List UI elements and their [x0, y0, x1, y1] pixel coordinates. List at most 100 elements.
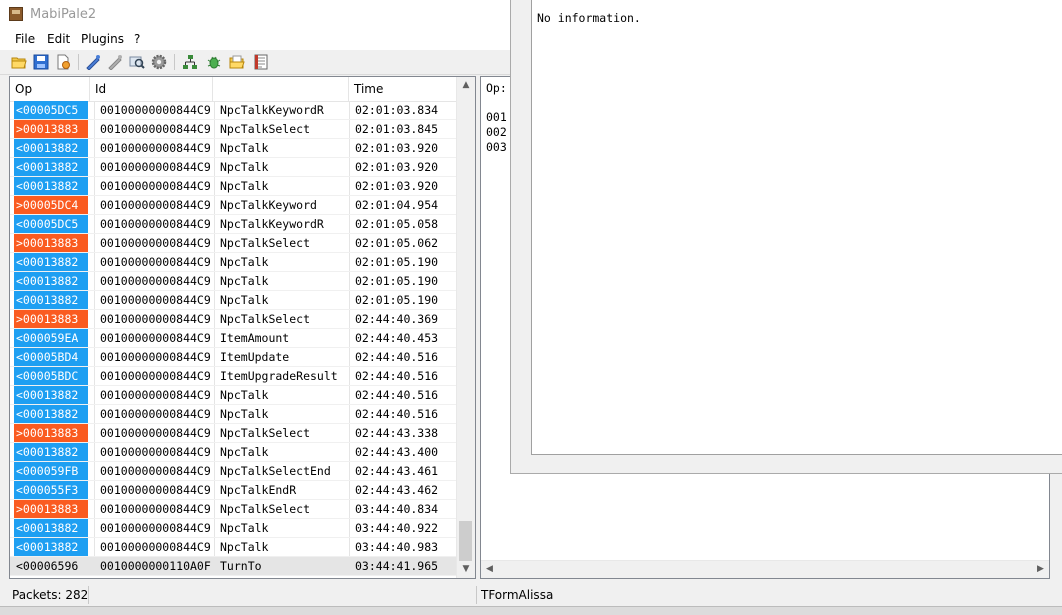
packet-id: 00100000000844C9 — [94, 386, 212, 404]
packet-row[interactable]: <00013882 00100000000844C9 NpcTalk 02:01:03… — [10, 139, 458, 158]
packet-time: 02:44:43.338 — [349, 424, 458, 442]
packet-op: <00013882 — [14, 519, 88, 537]
packet-time: 03:44:41.965 — [349, 557, 458, 575]
packet-row[interactable]: <00013882 00100000000844C9 NpcTalk 02:01:05… — [10, 291, 458, 310]
packet-row[interactable]: <000059FB 00100000000844C9 NpcTalkSelectEn… — [10, 462, 458, 481]
packet-name: NpcTalk — [214, 519, 349, 537]
save-icon[interactable] — [32, 53, 50, 71]
scrollbar-thumb[interactable] — [459, 521, 472, 561]
packet-rows: <00005DC5 00100000000844C9 NpcTalkKeywordR… — [10, 101, 458, 576]
packet-list-scrollbar[interactable]: ▲ ▼ — [456, 77, 475, 578]
scroll-right-arrow-icon[interactable]: ▶ — [1032, 561, 1049, 578]
tree-icon[interactable] — [181, 53, 199, 71]
packet-op: <00005BDC — [14, 367, 88, 385]
packet-row[interactable]: >00013883 00100000000844C9 NpcTalkSelect 02… — [10, 310, 458, 329]
menu-plugins[interactable]: Plugins — [81, 32, 124, 46]
packet-op: <00005DC5 — [14, 101, 88, 119]
packet-row[interactable]: >00013883 00100000000844C9 NpcTalkSelect 02… — [10, 120, 458, 139]
packet-time: 02:44:43.461 — [349, 462, 458, 480]
title-bar: MabiPale2 — [0, 0, 510, 30]
packet-name: NpcTalkSelect — [214, 424, 349, 442]
app-icon — [9, 7, 23, 21]
packet-name: NpcTalk — [214, 253, 349, 271]
detail-op-label: Op: — [486, 81, 507, 95]
disconnect-icon[interactable] — [106, 53, 124, 71]
scroll-left-arrow-icon[interactable]: ◀ — [481, 561, 498, 578]
menu-edit[interactable]: Edit — [47, 32, 70, 46]
packet-name: NpcTalk — [214, 443, 349, 461]
notes-icon[interactable] — [252, 53, 270, 71]
packet-row[interactable]: <00013882 00100000000844C9 NpcTalk 02:44:43… — [10, 443, 458, 462]
settings-icon[interactable] — [150, 53, 168, 71]
packet-id: 00100000000844C9 — [94, 500, 212, 518]
open-folder-icon[interactable] — [10, 53, 28, 71]
packet-op: <00005DC5 — [14, 215, 88, 233]
packet-name: NpcTalk — [214, 386, 349, 404]
packet-time: 02:44:40.516 — [349, 386, 458, 404]
packet-op: <000055F3 — [14, 481, 88, 499]
packet-row[interactable]: <00013882 00100000000844C9 NpcTalk 03:44:40… — [10, 538, 458, 557]
packet-row[interactable]: >00013883 00100000000844C9 NpcTalkSelect 03… — [10, 500, 458, 519]
packet-id: 00100000000844C9 — [94, 310, 212, 328]
packet-row[interactable]: <00013882 00100000000844C9 NpcTalk 02:01:03… — [10, 158, 458, 177]
packet-row[interactable]: <00005BD4 00100000000844C9 ItemUpdate 02:44… — [10, 348, 458, 367]
packet-time: 03:44:40.922 — [349, 519, 458, 537]
packet-op: <00013882 — [14, 177, 88, 195]
menu-file[interactable]: File — [15, 32, 35, 46]
packet-time: 02:01:05.190 — [349, 253, 458, 271]
packet-op: >00013883 — [14, 310, 88, 328]
packet-id: 00100000000844C9 — [94, 253, 212, 271]
packet-row[interactable]: <00013882 00100000000844C9 NpcTalk 02:44:40… — [10, 405, 458, 424]
packet-row[interactable]: <00005BDC 00100000000844C9 ItemUpgradeResu… — [10, 367, 458, 386]
packet-name: NpcTalkSelect — [214, 234, 349, 252]
packet-name: NpcTalk — [214, 139, 349, 157]
detail-line: 003 — [486, 140, 507, 154]
packet-id: 00100000000844C9 — [94, 139, 212, 157]
clear-icon[interactable] — [54, 53, 72, 71]
scroll-up-arrow-icon[interactable]: ▲ — [457, 77, 475, 94]
packet-row[interactable]: <00013882 00100000000844C9 NpcTalk 02:01:05… — [10, 253, 458, 272]
info-textbox[interactable]: No information. — [531, 0, 1062, 455]
packet-name: NpcTalk — [214, 291, 349, 309]
packet-list[interactable]: Op Id Time <00005DC5 00100000000844C9 NpcT… — [9, 76, 476, 579]
packet-row[interactable]: <000059EA 00100000000844C9 ItemAmount 02:44… — [10, 329, 458, 348]
packet-id: 00100000000844C9 — [94, 272, 212, 290]
packet-name: NpcTalk — [214, 158, 349, 176]
scroll-down-arrow-icon[interactable]: ▼ — [457, 561, 475, 578]
packet-row[interactable]: >00005DC4 00100000000844C9 NpcTalkKeyword 0… — [10, 196, 458, 215]
column-name[interactable] — [213, 77, 349, 101]
detail-line: 001 — [486, 110, 507, 124]
search-icon[interactable] — [128, 53, 146, 71]
packet-name: TurnTo — [214, 557, 349, 575]
packet-row[interactable]: >00013883 00100000000844C9 NpcTalkSelect 02… — [10, 424, 458, 443]
packet-id: 00100000000844C9 — [94, 215, 212, 233]
packet-id: 00100000000844C9 — [94, 234, 212, 252]
packet-row[interactable]: <00013882 00100000000844C9 NpcTalk 02:44:40… — [10, 386, 458, 405]
packet-row[interactable]: <00013882 00100000000844C9 NpcTalk 03:44:40… — [10, 519, 458, 538]
bug-icon[interactable] — [205, 53, 223, 71]
menu-help[interactable]: ? — [134, 32, 140, 46]
folder-open-icon[interactable] — [228, 53, 246, 71]
packet-name: NpcTalkSelect — [214, 500, 349, 518]
packet-op: >00013883 — [14, 234, 88, 252]
packet-name: NpcTalkSelectEnd — [214, 462, 349, 480]
column-op[interactable]: Op — [10, 77, 90, 101]
detail-hscrollbar[interactable]: ◀ ▶ — [481, 560, 1049, 578]
packet-row[interactable]: <000055F3 00100000000844C9 NpcTalkEndR 02:4… — [10, 481, 458, 500]
packet-row[interactable]: <00013882 00100000000844C9 NpcTalk 02:01:05… — [10, 272, 458, 291]
column-time[interactable]: Time — [349, 77, 458, 101]
packet-time: 02:44:40.516 — [349, 367, 458, 385]
connect-icon[interactable] — [84, 53, 102, 71]
packet-time: 02:01:03.920 — [349, 177, 458, 195]
packet-op: <00013882 — [14, 443, 88, 461]
packet-id: 00100000000844C9 — [94, 538, 212, 556]
column-id[interactable]: Id — [90, 77, 213, 101]
packet-name: NpcTalk — [214, 405, 349, 423]
packet-list-header: Op Id Time — [10, 77, 458, 102]
packet-op: <00006596 — [16, 559, 79, 573]
packet-row[interactable]: <00005DC5 00100000000844C9 NpcTalkKeywordR… — [10, 101, 458, 120]
packet-row[interactable]: <00013882 00100000000844C9 NpcTalk 02:01:03… — [10, 177, 458, 196]
packet-row[interactable]: <00005DC5 00100000000844C9 NpcTalkKeywordR… — [10, 215, 458, 234]
packet-row[interactable]: <00006596 0010000000110A0F TurnTo 03:44:41.… — [10, 557, 458, 576]
packet-row[interactable]: >00013883 00100000000844C9 NpcTalkSelect 02… — [10, 234, 458, 253]
